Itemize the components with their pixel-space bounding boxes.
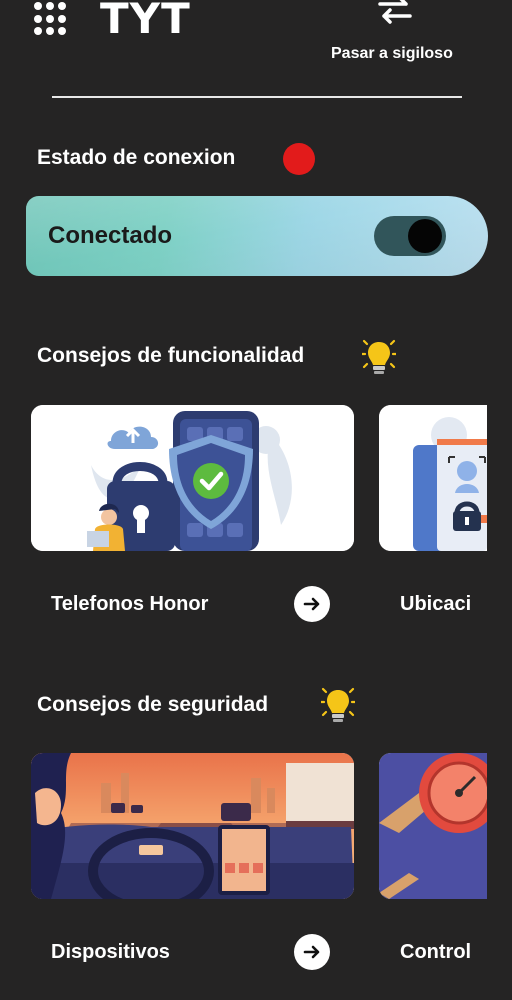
swap-arrows-icon[interactable]	[374, 0, 416, 24]
connection-status-indicator	[283, 143, 315, 175]
speedometer-illustration	[379, 753, 487, 899]
open-tip-button[interactable]	[294, 934, 330, 970]
header-divider	[52, 96, 462, 98]
tip-card-control-clip	[379, 753, 487, 899]
arrow-right-icon	[303, 597, 320, 611]
lightbulb-icon	[362, 339, 396, 374]
tip-card-label: Control	[400, 941, 472, 963]
lightbulb-icon	[321, 687, 355, 722]
tip-card-location[interactable]	[379, 405, 487, 551]
stealth-mode-label[interactable]: Pasar a sigiloso	[331, 45, 453, 63]
tip-card-label-clip: Control	[400, 938, 488, 968]
tip-card-location-clip	[379, 405, 487, 551]
location-lock-illustration	[379, 405, 487, 551]
tip-card-control[interactable]	[379, 753, 487, 899]
security-tips-title: Consejos de seguridad	[37, 693, 269, 716]
tip-card-label: Ubicaci	[400, 593, 472, 615]
tip-card-devices[interactable]	[31, 753, 354, 899]
open-tip-button[interactable]	[294, 586, 330, 622]
toggle-knob	[408, 219, 442, 253]
grid-menu-icon[interactable]	[34, 0, 70, 36]
tip-card-honor-phones[interactable]	[31, 405, 354, 551]
tip-card-label: Dispositivos	[51, 941, 170, 963]
tip-card-label: Telefonos Honor	[51, 593, 209, 615]
connection-status-text: Conectado	[48, 222, 173, 249]
phone-security-illustration	[31, 405, 354, 551]
car-dashboard-illustration	[31, 753, 354, 899]
connection-status-title: Estado de conexion	[37, 146, 236, 169]
arrow-right-icon	[303, 945, 320, 959]
connection-toggle[interactable]	[374, 216, 446, 256]
app-logo: TYT	[100, 0, 191, 43]
tip-card-label-clip: Ubicaci	[400, 590, 488, 620]
connection-status-card: Conectado	[26, 196, 488, 276]
functionality-tips-title: Consejos de funcionalidad	[37, 344, 305, 367]
